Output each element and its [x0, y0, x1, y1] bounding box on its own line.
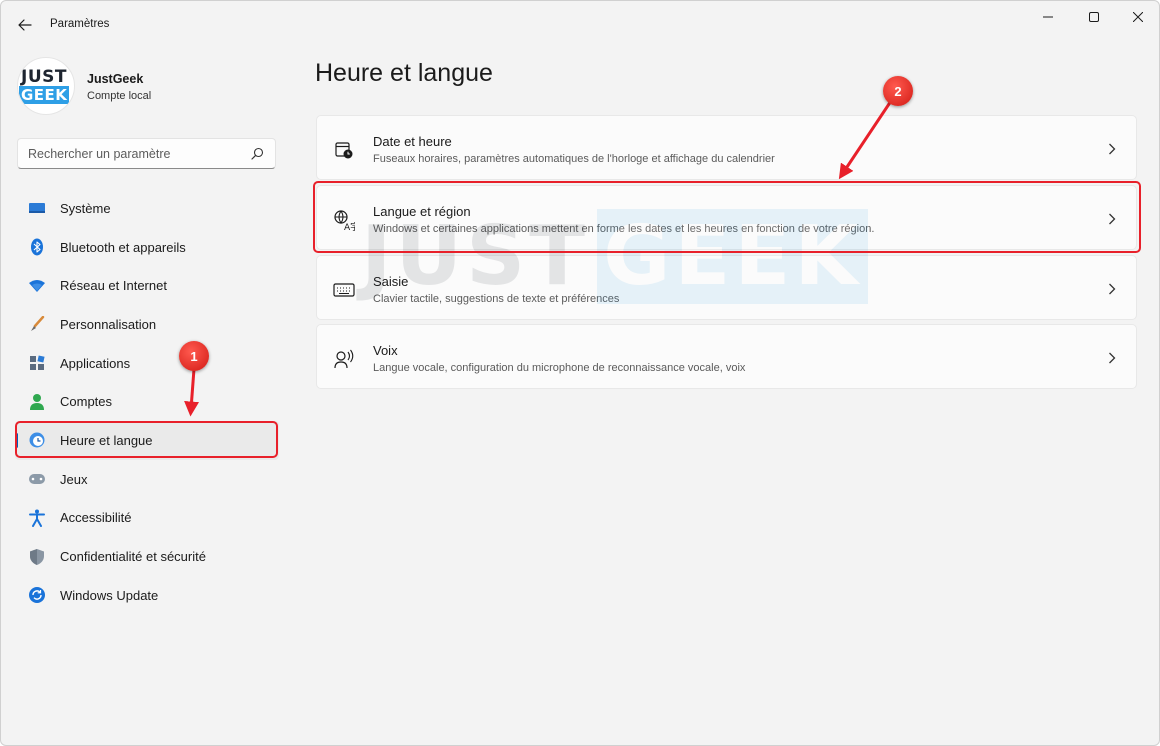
logo-text-just: JUST — [21, 67, 67, 87]
card-description: Fuseaux horaires, paramètres automatique… — [373, 153, 775, 165]
card-title: Date et heure — [373, 134, 452, 149]
maximize-button[interactable] — [1071, 1, 1117, 33]
sidebar-item-label: Comptes — [60, 394, 113, 410]
account-type: Compte local — [87, 90, 152, 102]
search-input[interactable] — [28, 145, 243, 163]
keyboard-icon — [333, 279, 355, 301]
card-language-region[interactable]: A字 Langue et région Windows et certaines… — [316, 185, 1137, 250]
sidebar-item-label: Confidentialité et sécurité — [60, 549, 206, 565]
accessibility-icon — [28, 509, 46, 527]
sidebar-item-label: Bluetooth et appareils — [60, 239, 186, 255]
sidebar-item-apps[interactable]: Applications — [15, 344, 279, 383]
sidebar-item-label: Système — [60, 200, 111, 216]
sidebar-item-gaming[interactable]: Jeux — [15, 460, 279, 499]
calendar-clock-icon — [333, 139, 355, 161]
sidebar-item-system[interactable]: Système — [15, 189, 279, 228]
sidebar-item-label: Jeux — [60, 471, 88, 487]
shield-icon — [28, 548, 46, 566]
svg-text:A字: A字 — [344, 221, 355, 231]
card-date-time[interactable]: Date et heure Fuseaux horaires, paramètr… — [316, 115, 1137, 180]
sidebar-item-windows-update[interactable]: Windows Update — [15, 576, 279, 615]
gamepad-icon — [28, 470, 46, 488]
speech-icon — [333, 348, 355, 370]
sidebar-item-time-language[interactable]: Heure et langue — [15, 421, 279, 460]
minimize-button[interactable] — [1025, 1, 1071, 33]
sidebar-item-accounts[interactable]: Comptes — [15, 382, 279, 421]
window-title: Paramètres — [50, 18, 110, 30]
card-description: Windows et certaines applications metten… — [373, 223, 875, 235]
back-button[interactable] — [13, 13, 37, 37]
card-speech[interactable]: Voix Langue vocale, configuration du mic… — [316, 324, 1137, 389]
wifi-icon — [28, 277, 46, 295]
card-description: Langue vocale, configuration du micropho… — [373, 362, 746, 374]
card-title: Voix — [373, 343, 398, 358]
apps-icon — [28, 354, 46, 372]
search-icon[interactable] — [249, 146, 265, 162]
sidebar-item-label: Heure et langue — [60, 432, 153, 448]
chevron-right-icon — [1106, 350, 1118, 366]
user-profile[interactable]: JUST GEEK JustGeek Compte local — [17, 57, 287, 117]
bluetooth-icon — [28, 238, 46, 256]
sidebar-item-label: Windows Update — [60, 587, 159, 603]
search-box — [17, 138, 276, 169]
step-badge-2: 2 — [883, 76, 913, 106]
sidebar-item-label: Personnalisation — [60, 316, 157, 332]
sidebar-nav: Système Bluetooth et appareils Réseau et… — [15, 189, 279, 615]
avatar: JUST GEEK — [17, 57, 75, 115]
back-arrow-icon — [18, 19, 32, 31]
maximize-icon — [1089, 12, 1099, 22]
card-typing[interactable]: Saisie Clavier tactile, suggestions de t… — [316, 255, 1137, 320]
person-icon — [28, 393, 46, 411]
page-title: Heure et langue — [315, 59, 493, 87]
step-badge-1: 1 — [179, 341, 209, 371]
sidebar-item-network[interactable]: Réseau et Internet — [15, 266, 279, 305]
sidebar-item-privacy[interactable]: Confidentialité et sécurité — [15, 537, 279, 576]
globe-clock-icon — [28, 431, 46, 449]
card-title: Saisie — [373, 274, 409, 289]
logo-text-geek: GEEK — [19, 86, 70, 104]
close-icon — [1133, 12, 1143, 22]
sidebar-item-label: Applications — [60, 355, 131, 371]
sidebar-item-personalization[interactable]: Personnalisation — [15, 305, 279, 344]
minimize-icon — [1043, 16, 1053, 18]
title-bar: Paramètres — [1, 1, 1159, 49]
close-button[interactable] — [1115, 1, 1159, 33]
monitor-icon — [28, 199, 46, 217]
card-title: Langue et région — [373, 204, 471, 219]
sidebar-item-label: Réseau et Internet — [60, 278, 167, 294]
profile-name: JustGeek — [87, 72, 144, 86]
card-description: Clavier tactile, suggestions de texte et… — [373, 293, 620, 305]
sidebar-item-bluetooth[interactable]: Bluetooth et appareils — [15, 228, 279, 267]
chevron-right-icon — [1106, 211, 1118, 227]
chevron-right-icon — [1106, 141, 1118, 157]
update-icon — [28, 586, 46, 604]
language-icon: A字 — [333, 209, 355, 231]
brush-icon — [28, 315, 46, 333]
sidebar-item-label: Accessibilité — [60, 510, 132, 526]
sidebar-item-accessibility[interactable]: Accessibilité — [15, 499, 279, 538]
chevron-right-icon — [1106, 281, 1118, 297]
active-indicator — [15, 433, 18, 449]
settings-window: Paramètres JUST GEEK JustGeek Compte loc… — [0, 0, 1160, 746]
